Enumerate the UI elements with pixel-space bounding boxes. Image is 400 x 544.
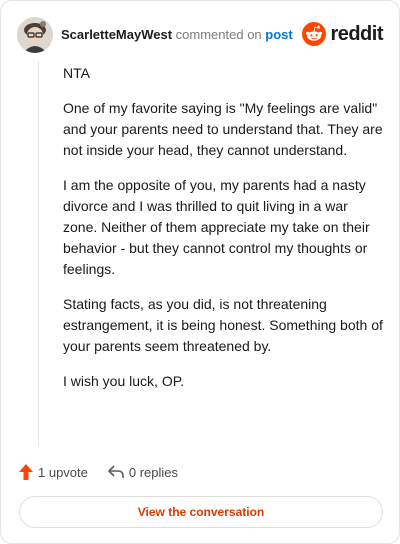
comment-card: ScarletteMayWest commented on post reddi… [0, 0, 400, 544]
username[interactable]: ScarletteMayWest [61, 27, 172, 42]
reply-arrow-icon [108, 465, 124, 478]
replies-button[interactable]: 0 replies [108, 465, 178, 480]
upvote-arrow-icon [19, 464, 33, 480]
reply-count: 0 replies [128, 464, 179, 480]
reddit-logo[interactable]: reddit [302, 21, 383, 47]
comment-body: NTA One of my favorite saying is "My fee… [63, 63, 385, 406]
post-link[interactable]: post [265, 27, 292, 42]
brand-name: reddit [330, 22, 383, 45]
comment-byline: ScarletteMayWest commented on post [61, 27, 293, 42]
comment-paragraph: I wish you luck, OP. [63, 373, 185, 389]
comment-header: ScarletteMayWest commented on post reddi… [17, 15, 383, 55]
comment-paragraph: I am the opposite of you, my parents had… [63, 177, 370, 277]
avatar[interactable] [17, 17, 53, 53]
view-conversation-label: View the conversation [137, 505, 265, 519]
thread-line [38, 61, 39, 446]
comment-actions: 1 upvote 0 replies [19, 461, 198, 483]
upvote-button[interactable]: 1 upvote [19, 464, 88, 480]
upvote-count: 1 upvote [38, 464, 88, 480]
comment-paragraph: NTA [63, 65, 90, 81]
reddit-snoo-icon [302, 22, 327, 46]
comment-paragraph: Stating facts, as you did, is not threat… [63, 296, 383, 354]
comment-paragraph: One of my favorite saying is "My feeling… [63, 100, 383, 158]
action-text: commented on [175, 27, 262, 42]
view-conversation-button[interactable]: View the conversation [19, 496, 383, 528]
